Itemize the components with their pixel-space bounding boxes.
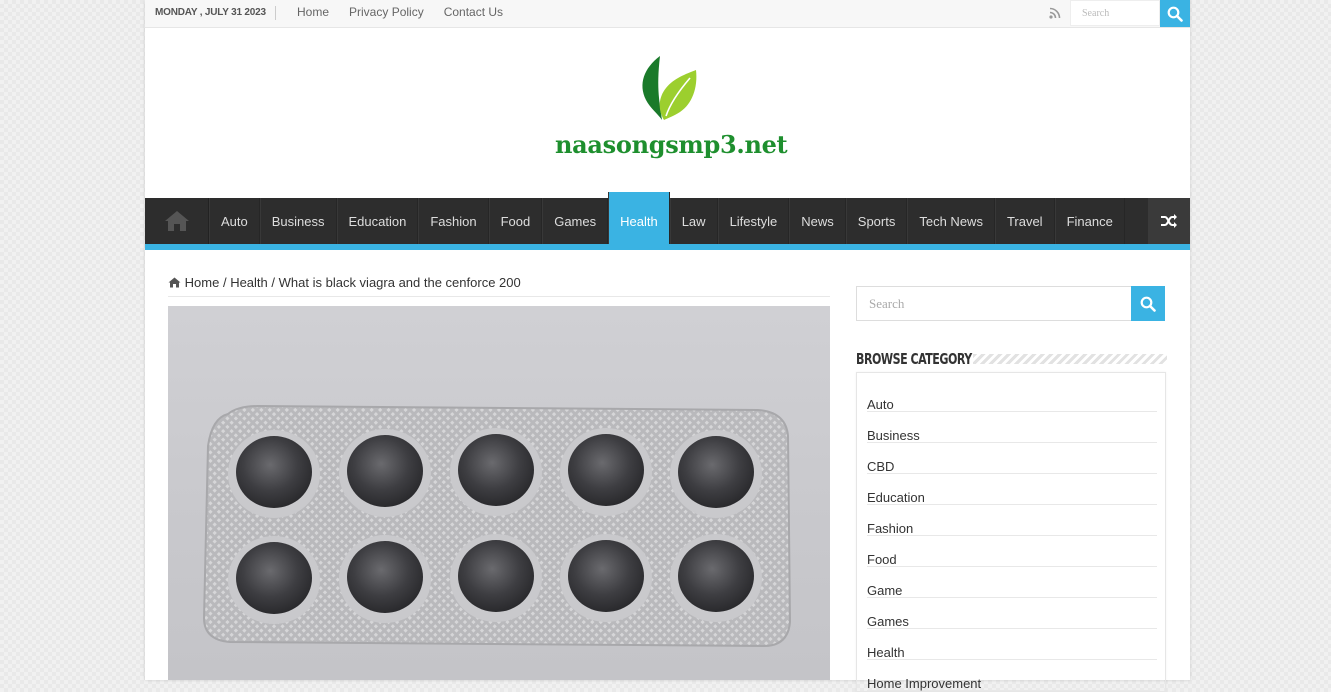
nav-accent-line [145,244,1190,250]
nav-item-food[interactable]: Food [488,198,543,244]
nav-item-auto[interactable]: Auto [209,198,260,244]
top-bar-divider [275,6,276,20]
shuffle-icon [1161,214,1177,228]
nav-item-sports[interactable]: Sports [845,198,908,244]
widget-title-decoration [973,354,1167,364]
home-icon [168,277,181,288]
logo-text: naasongsmp3.net [555,130,788,159]
breadcrumb-separator: / [271,275,276,290]
nav-item-finance[interactable]: Finance [1054,198,1125,244]
nav-item-lifestyle[interactable]: Lifestyle [717,198,790,244]
nav-items: Auto Business Education Fashion Food Gam… [209,192,1125,244]
search-icon [1167,6,1183,22]
nav-item-business[interactable]: Business [259,198,337,244]
featured-image [168,306,830,680]
rss-icon[interactable] [1049,7,1061,19]
breadcrumb: Home / Health / What is black viagra and… [168,275,830,297]
nav-item-travel[interactable]: Travel [994,198,1055,244]
home-icon [164,211,189,231]
category-widget: Auto Business CBD Education Fashion Food… [856,372,1166,692]
category-item-home-improvement[interactable]: Home Improvement [867,660,1157,691]
current-date: MONDAY , JULY 31 2023 [155,7,266,18]
category-item-health[interactable]: Health [867,629,1157,660]
leaf-logo-icon [642,56,697,120]
main-nav: Auto Business Education Fashion Food Gam… [145,192,1190,244]
pill-blister-pack-image [202,404,792,648]
sidebar-search-button[interactable] [1131,286,1165,321]
top-nav-privacy-policy[interactable]: Privacy Policy [349,5,424,19]
nav-item-tech-news[interactable]: Tech News [907,198,995,244]
top-nav-home[interactable]: Home [297,5,329,19]
category-item-auto[interactable]: Auto [867,381,1157,412]
nav-item-law[interactable]: Law [669,198,718,244]
category-item-fashion[interactable]: Fashion [867,505,1157,536]
category-item-education[interactable]: Education [867,474,1157,505]
breadcrumb-home[interactable]: Home [185,275,220,290]
nav-item-news[interactable]: News [789,198,846,244]
top-nav-contact-us[interactable]: Contact Us [444,5,503,19]
breadcrumb-category[interactable]: Health [230,275,268,290]
widget-title: Browse Category [856,350,972,368]
top-search-button[interactable] [1160,0,1190,27]
category-item-cbd[interactable]: CBD [867,443,1157,474]
nav-item-games[interactable]: Games [542,198,609,244]
sidebar-search-input[interactable]: Search [856,286,1132,321]
category-item-games[interactable]: Games [867,598,1157,629]
nav-home-button[interactable] [145,198,209,244]
breadcrumb-current: What is black viagra and the cenforce 20… [278,275,521,290]
site-logo[interactable]: naasongsmp3.net [555,52,788,172]
random-post-button[interactable] [1148,198,1190,244]
top-search-input[interactable]: Search [1070,0,1160,26]
nav-item-education[interactable]: Education [336,198,419,244]
category-item-business[interactable]: Business [867,412,1157,443]
category-item-food[interactable]: Food [867,536,1157,567]
category-item-game[interactable]: Game [867,567,1157,598]
page-container: MONDAY , JULY 31 2023 Home Privacy Polic… [145,0,1190,692]
top-nav: Home Privacy Policy Contact Us [297,5,503,19]
nav-item-fashion[interactable]: Fashion [418,198,489,244]
breadcrumb-separator: / [222,275,227,290]
top-bar: MONDAY , JULY 31 2023 Home Privacy Polic… [145,0,1190,28]
search-icon [1140,296,1156,312]
nav-item-health[interactable]: Health [608,192,670,244]
